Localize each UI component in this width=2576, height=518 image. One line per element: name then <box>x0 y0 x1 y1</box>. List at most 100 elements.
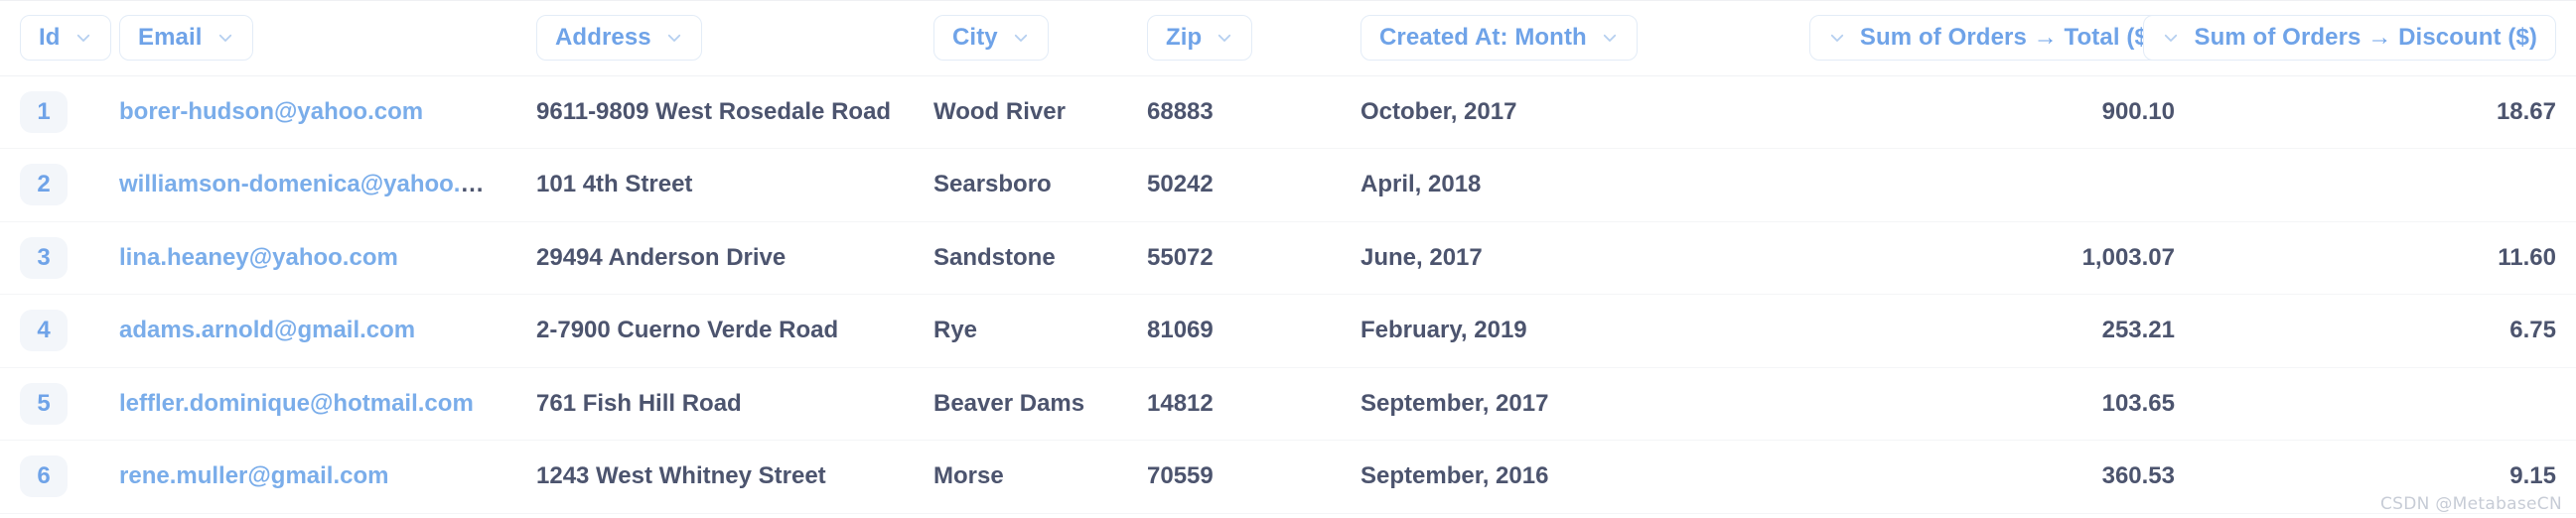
table-cell-discount <box>2195 367 2576 441</box>
chevron-down-icon[interactable] <box>1012 29 1030 47</box>
table-cell-created: June, 2017 <box>1341 221 1817 295</box>
table-cell-address: 9611-9809 West Rosedale Road <box>516 75 914 149</box>
column-header-label: Sum of Orders → Total ($) <box>1859 23 2156 51</box>
table-cell-email: borer-hudson@yahoo.com <box>99 75 516 149</box>
chevron-down-icon[interactable] <box>2162 29 2180 47</box>
table-cell-email: leffler.dominique@hotmail.com <box>99 367 516 441</box>
table-cell-created: October, 2017 <box>1341 75 1817 149</box>
table-cell-total: 103.65 <box>1817 367 2195 441</box>
table-cell-city: Rye <box>914 294 1127 368</box>
chevron-down-icon[interactable] <box>665 29 683 47</box>
email-link[interactable]: borer-hudson@yahoo.com <box>119 98 423 125</box>
table-cell-total: 360.53 <box>1817 440 2195 514</box>
column-header-chip-zip[interactable]: Zip <box>1147 14 1253 61</box>
column-header-label: Id <box>39 23 61 51</box>
column-header-id[interactable]: Id <box>0 0 111 76</box>
email-link[interactable]: rene.muller@gmail.com <box>119 462 389 489</box>
table-cell-address: 29494 Anderson Drive <box>516 221 914 295</box>
column-header-label: Sum of Orders → Discount ($) <box>2194 23 2537 51</box>
row-id-badge[interactable]: 1 <box>20 90 68 133</box>
table-cell-city: Beaver Dams <box>914 367 1127 441</box>
table-cell-discount: 11.60 <box>2195 221 2576 295</box>
table-row[interactable]: 2 williamson-domenica@yahoo.com 101 4th St… <box>0 148 2576 222</box>
table-cell-zip: 14812 <box>1127 367 1341 441</box>
table-cell-total <box>1817 148 2195 222</box>
table-header: Id Email Address City Zip Created At: Month Su… <box>0 0 2576 76</box>
table-cell-total: 900.10 <box>1817 75 2195 149</box>
column-header-label: Created At: Month <box>1379 23 1587 51</box>
table-row[interactable]: 5 leffler.dominique@hotmail.com 761 Fish H… <box>0 367 2576 441</box>
table-row[interactable]: 6 rene.muller@gmail.com 1243 West Whitney … <box>0 440 2576 514</box>
email-link[interactable]: adams.arnold@gmail.com <box>119 317 415 343</box>
table-cell-discount: 18.67 <box>2195 75 2576 149</box>
table-cell-city: Wood River <box>914 75 1127 149</box>
column-header-inner: Sum of Orders → Discount ($) <box>2143 14 2576 61</box>
table-row[interactable]: 1 borer-hudson@yahoo.com 9611-9809 West Ro… <box>0 75 2576 149</box>
data-table-view: Id Email Address City Zip Created At: Month Su… <box>0 0 2576 518</box>
email-link[interactable]: williamson-domenica@yahoo.com <box>119 171 509 197</box>
table-cell-discount: 9.15 <box>2195 440 2576 514</box>
column-header-chip-discount[interactable]: Sum of Orders → Discount ($) <box>2143 14 2556 61</box>
table-cell-zip: 81069 <box>1127 294 1341 368</box>
row-id-badge[interactable]: 3 <box>20 236 68 279</box>
table-header-row: Id Email Address City Zip Created At: Month Su… <box>0 0 2576 76</box>
column-header-inner: City <box>914 14 1127 61</box>
column-header-inner: Created At: Month <box>1341 14 1817 61</box>
table-cell-id: 6 <box>0 440 99 514</box>
column-header-label: Address <box>555 23 651 51</box>
email-link[interactable]: leffler.dominique@hotmail.com <box>119 390 474 417</box>
table-cell-address: 1243 West Whitney Street <box>516 440 914 514</box>
table-cell-created: April, 2018 <box>1341 148 1817 222</box>
table-cell-total: 1,003.07 <box>1817 221 2195 295</box>
column-header-inner: Zip <box>1127 14 1341 61</box>
email-link[interactable]: lina.heaney@yahoo.com <box>119 244 398 271</box>
table-cell-id: 2 <box>0 148 99 222</box>
table-cell-email: adams.arnold@gmail.com <box>99 294 516 368</box>
table-cell-created: February, 2019 <box>1341 294 1817 368</box>
column-header-chip-id[interactable]: Id <box>20 14 111 61</box>
chevron-down-icon[interactable] <box>1601 29 1619 47</box>
column-header-chip-email[interactable]: Email <box>119 14 253 61</box>
row-id-badge[interactable]: 4 <box>20 310 68 352</box>
table-cell-id: 1 <box>0 75 99 149</box>
table-cell-address: 761 Fish Hill Road <box>516 367 914 441</box>
table-cell-created: September, 2017 <box>1341 367 1817 441</box>
row-id-badge[interactable]: 2 <box>20 164 68 206</box>
column-header-chip-address[interactable]: Address <box>536 14 702 61</box>
chevron-down-icon[interactable] <box>74 29 92 47</box>
column-header-zip[interactable]: Zip <box>1127 0 1341 76</box>
table-row[interactable]: 3 lina.heaney@yahoo.com 29494 Anderson Dri… <box>0 221 2576 295</box>
column-header-label: Zip <box>1166 23 1203 51</box>
row-id-badge[interactable]: 5 <box>20 382 68 425</box>
table-cell-id: 5 <box>0 367 99 441</box>
column-header-discount[interactable]: Sum of Orders → Discount ($) <box>2143 0 2576 76</box>
table-cell-created: September, 2016 <box>1341 440 1817 514</box>
row-id-badge[interactable]: 6 <box>20 455 68 498</box>
chevron-down-icon[interactable] <box>1216 29 1233 47</box>
table-cell-email: lina.heaney@yahoo.com <box>99 221 516 295</box>
column-header-chip-city[interactable]: City <box>933 14 1049 61</box>
column-header-inner: Sum of Orders → Total ($) <box>1808 14 2195 61</box>
column-header-chip-created[interactable]: Created At: Month <box>1360 14 1638 61</box>
column-header-total[interactable]: Sum of Orders → Total ($) <box>1808 0 2195 76</box>
table-cell-discount <box>2195 148 2576 222</box>
column-header-created[interactable]: Created At: Month <box>1341 0 1817 76</box>
column-header-address[interactable]: Address <box>516 0 914 76</box>
table-row[interactable]: 4 adams.arnold@gmail.com 2-7900 Cuerno Ver… <box>0 294 2576 368</box>
table-cell-discount: 6.75 <box>2195 294 2576 368</box>
column-header-city[interactable]: City <box>914 0 1127 76</box>
table-cell-id: 4 <box>0 294 99 368</box>
table-cell-city: Sandstone <box>914 221 1127 295</box>
table-cell-address: 2-7900 Cuerno Verde Road <box>516 294 914 368</box>
column-header-chip-total[interactable]: Sum of Orders → Total ($) <box>1808 14 2175 61</box>
column-header-email[interactable]: Email <box>99 0 516 76</box>
table-cell-email: rene.muller@gmail.com <box>99 440 516 514</box>
table-cell-email: williamson-domenica@yahoo.com <box>99 148 516 222</box>
table-cell-id: 3 <box>0 221 99 295</box>
chevron-down-icon[interactable] <box>216 29 234 47</box>
top-divider <box>0 0 2576 1</box>
column-header-inner: Email <box>99 14 516 61</box>
table-cell-city: Searsboro <box>914 148 1127 222</box>
chevron-down-icon[interactable] <box>1828 29 1846 47</box>
table-cell-total: 253.21 <box>1817 294 2195 368</box>
